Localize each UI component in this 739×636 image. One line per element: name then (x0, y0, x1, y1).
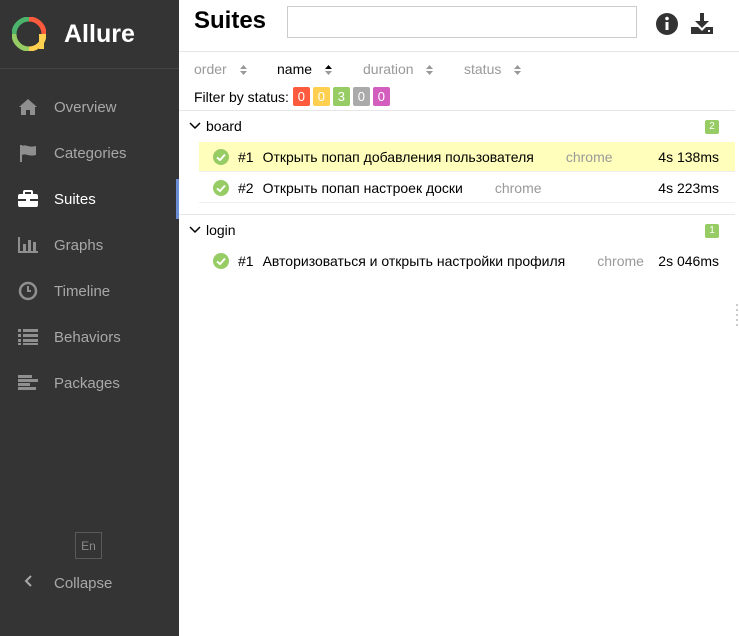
filter-passed-badge[interactable]: 3 (332, 87, 350, 106)
page-title: Suites (194, 7, 267, 34)
test-number: #1 (238, 253, 254, 269)
filter-failed-badge[interactable]: 0 (292, 87, 310, 106)
sort-label: duration (363, 61, 414, 77)
align-left-icon (16, 372, 40, 394)
sidebar-item-label: Timeline (54, 282, 111, 300)
sort-order[interactable]: order (194, 61, 248, 77)
passed-check-icon (213, 253, 229, 269)
clock-icon (16, 280, 40, 302)
filter-unknown-badge[interactable]: 0 (372, 87, 390, 106)
chevron-down-icon (189, 121, 201, 129)
test-duration: 4s 138ms (658, 148, 719, 165)
group-name: login (206, 221, 236, 238)
sidebar: Allure Overview Categories Suites Graphs (0, 0, 179, 636)
header-divider (179, 51, 739, 52)
test-row[interactable]: #1 Авторизоваться и открыть настройки пр… (199, 246, 735, 276)
sidebar-item-label: Suites (54, 190, 96, 208)
main-pane: Suites order name duration status Filter… (179, 0, 739, 636)
sidebar-item-graphs[interactable]: Graphs (0, 222, 179, 268)
test-number: #1 (238, 148, 254, 165)
sidebar-item-packages[interactable]: Packages (0, 360, 179, 406)
sidebar-item-label: Packages (54, 374, 120, 392)
chevron-down-icon (189, 225, 201, 233)
sort-status[interactable]: status (464, 61, 522, 77)
test-duration: 2s 046ms (658, 253, 719, 269)
sidebar-item-label: Behaviors (54, 328, 121, 346)
passed-check-icon (213, 148, 229, 165)
sidebar-item-timeline[interactable]: Timeline (0, 268, 179, 314)
download-icon[interactable] (690, 12, 714, 36)
sidebar-item-label: Overview (54, 98, 117, 116)
brand-name: Allure (64, 19, 135, 48)
briefcase-icon (16, 188, 40, 210)
test-name: Открыть попап настроек доски (262, 179, 463, 196)
sort-icon (514, 65, 522, 76)
sort-label: order (194, 61, 227, 77)
status-filter: Filter by status: 0 0 3 0 0 (194, 87, 390, 106)
sidebar-item-label: Graphs (54, 236, 104, 254)
brand[interactable]: Allure (0, 0, 179, 69)
sort-duration[interactable]: duration (363, 61, 434, 77)
group-count-badge: 1 (705, 224, 719, 238)
sidebar-item-behaviors[interactable]: Behaviors (0, 314, 179, 360)
sort-label: status (464, 61, 502, 77)
sidebar-item-label: Categories (54, 144, 127, 162)
home-icon (16, 96, 40, 118)
search-input[interactable] (287, 6, 637, 38)
test-number: #2 (238, 179, 254, 196)
group-name: board (206, 117, 242, 134)
collapse-button[interactable]: Collapse (0, 560, 179, 606)
language-button[interactable]: En (75, 532, 102, 559)
test-row[interactable]: #2 Открыть попап настроек доски chrome 4… (199, 173, 735, 203)
chevron-left-icon (16, 574, 40, 592)
info-icon[interactable] (655, 12, 679, 36)
test-tag: chrome (597, 253, 644, 269)
sort-icon (426, 65, 434, 76)
flag-icon (16, 142, 40, 164)
test-duration: 4s 223ms (658, 179, 719, 196)
sidebar-nav: Overview Categories Suites Graphs Timeli… (0, 84, 179, 406)
sidebar-item-suites[interactable]: Suites (0, 176, 179, 222)
test-tag: chrome (565, 148, 613, 165)
test-row[interactable]: #1 Открыть попап добавления пользователя… (199, 142, 735, 172)
passed-check-icon (213, 179, 229, 196)
sort-icon (324, 65, 332, 76)
test-tag: chrome (494, 179, 542, 196)
suite-group-board[interactable]: board 2 (179, 110, 735, 140)
test-name: Открыть попап добавления пользователя (262, 148, 534, 165)
sidebar-item-overview[interactable]: Overview (0, 84, 179, 130)
list-icon (16, 326, 40, 348)
bar-chart-icon (16, 234, 40, 256)
pane-resize-handle[interactable] (735, 300, 739, 330)
filter-broken-badge[interactable]: 0 (312, 87, 330, 106)
collapse-label: Collapse (54, 574, 113, 592)
test-name: Авторизоваться и открыть настройки профи… (262, 253, 566, 269)
sort-label: name (277, 61, 313, 77)
group-count-badge: 2 (705, 120, 719, 134)
suite-group-login[interactable]: login 1 (179, 214, 735, 244)
sort-name[interactable]: name (277, 61, 333, 77)
filter-skipped-badge[interactable]: 0 (352, 87, 370, 106)
filter-label: Filter by status: (194, 88, 289, 105)
allure-logo-icon (12, 17, 46, 51)
sort-icon (239, 65, 247, 76)
sidebar-item-categories[interactable]: Categories (0, 130, 179, 176)
